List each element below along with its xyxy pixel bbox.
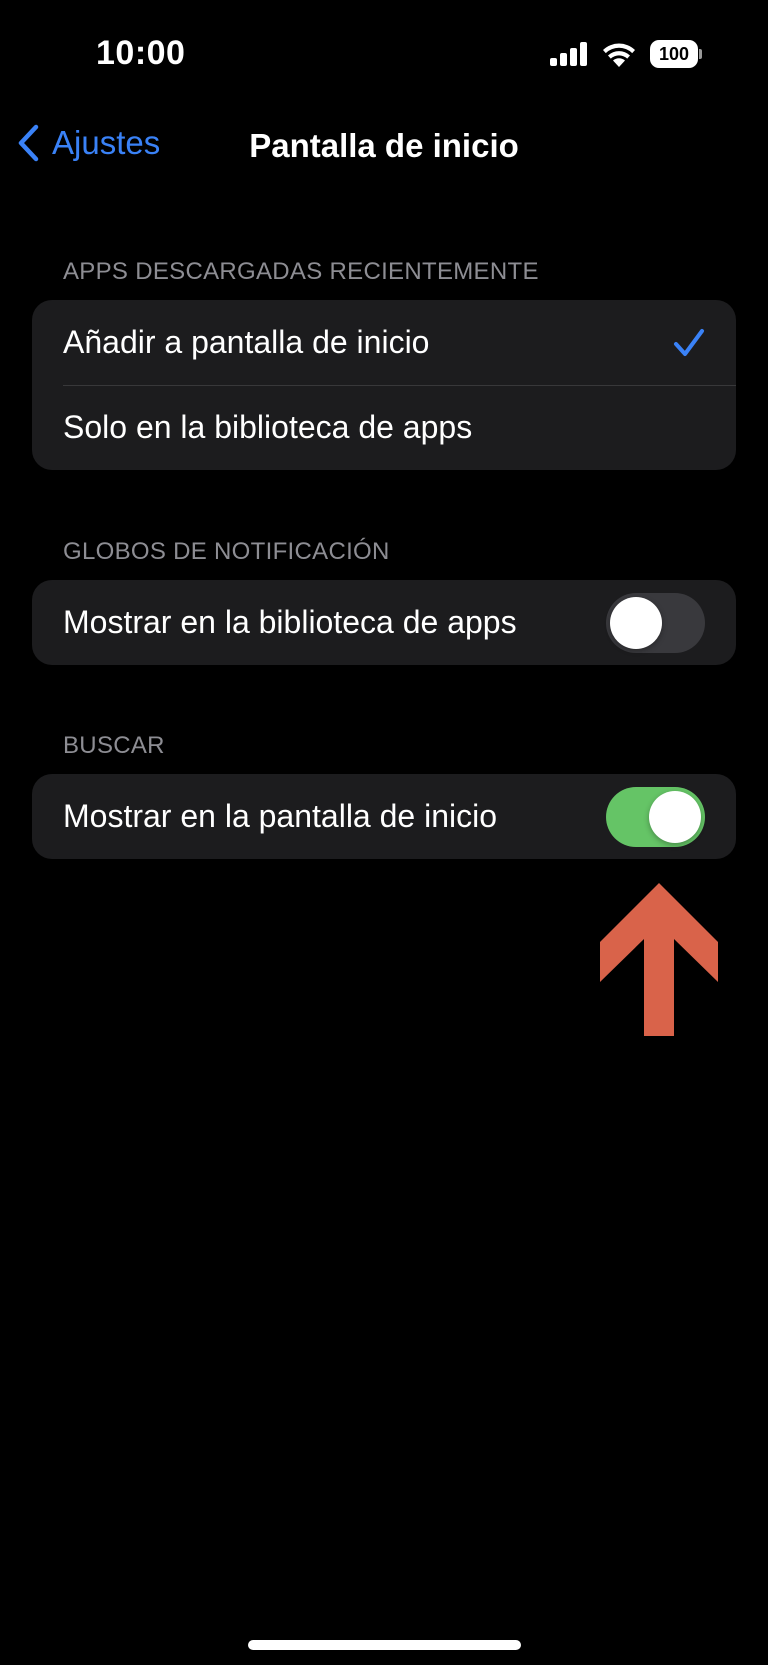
- recent-apps-group: Añadir a pantalla de inicio Solo en la b…: [32, 300, 736, 470]
- battery-icon: 100: [650, 40, 702, 68]
- status-icons: 100: [550, 40, 702, 68]
- section-header-search: BUSCAR: [63, 732, 165, 759]
- page-title: Pantalla de inicio: [0, 127, 768, 165]
- cellular-signal-icon: [550, 42, 587, 66]
- checkmark-icon: [674, 328, 704, 356]
- row-label: Mostrar en la biblioteca de apps: [63, 604, 517, 640]
- toggle-knob: [649, 790, 701, 843]
- row-label: Mostrar en la pantalla de inicio: [63, 798, 498, 834]
- home-indicator[interactable]: [248, 1640, 521, 1650]
- section-header-recent-apps: APPS DESCARGADAS RECIENTEMENTE: [63, 258, 539, 285]
- page-title-text: Pantalla de inicio: [249, 127, 519, 164]
- option-add-to-home-screen[interactable]: Añadir a pantalla de inicio: [32, 300, 736, 385]
- search-group: Mostrar en la pantalla de inicio: [32, 774, 736, 859]
- option-app-library-only[interactable]: Solo en la biblioteca de apps: [32, 385, 736, 470]
- battery-cap: [699, 49, 702, 59]
- option-label: Añadir a pantalla de inicio: [63, 324, 430, 360]
- toggle-knob: [610, 596, 662, 649]
- wifi-icon: [603, 43, 635, 67]
- option-label: Solo en la biblioteca de apps: [63, 409, 473, 445]
- section-header-notification-badges: GLOBOS DE NOTIFICACIÓN: [63, 538, 390, 565]
- notification-badges-group: Mostrar en la biblioteca de apps: [32, 580, 736, 665]
- show-on-home-screen-toggle[interactable]: [606, 786, 705, 847]
- row-show-on-home-screen: Mostrar en la pantalla de inicio: [32, 774, 736, 859]
- row-show-in-app-library: Mostrar en la biblioteca de apps: [32, 580, 736, 665]
- show-in-app-library-toggle[interactable]: [606, 592, 705, 653]
- battery-level: 100: [650, 40, 698, 68]
- status-time: 10:00: [96, 34, 186, 72]
- arrow-up-icon: [600, 883, 718, 1036]
